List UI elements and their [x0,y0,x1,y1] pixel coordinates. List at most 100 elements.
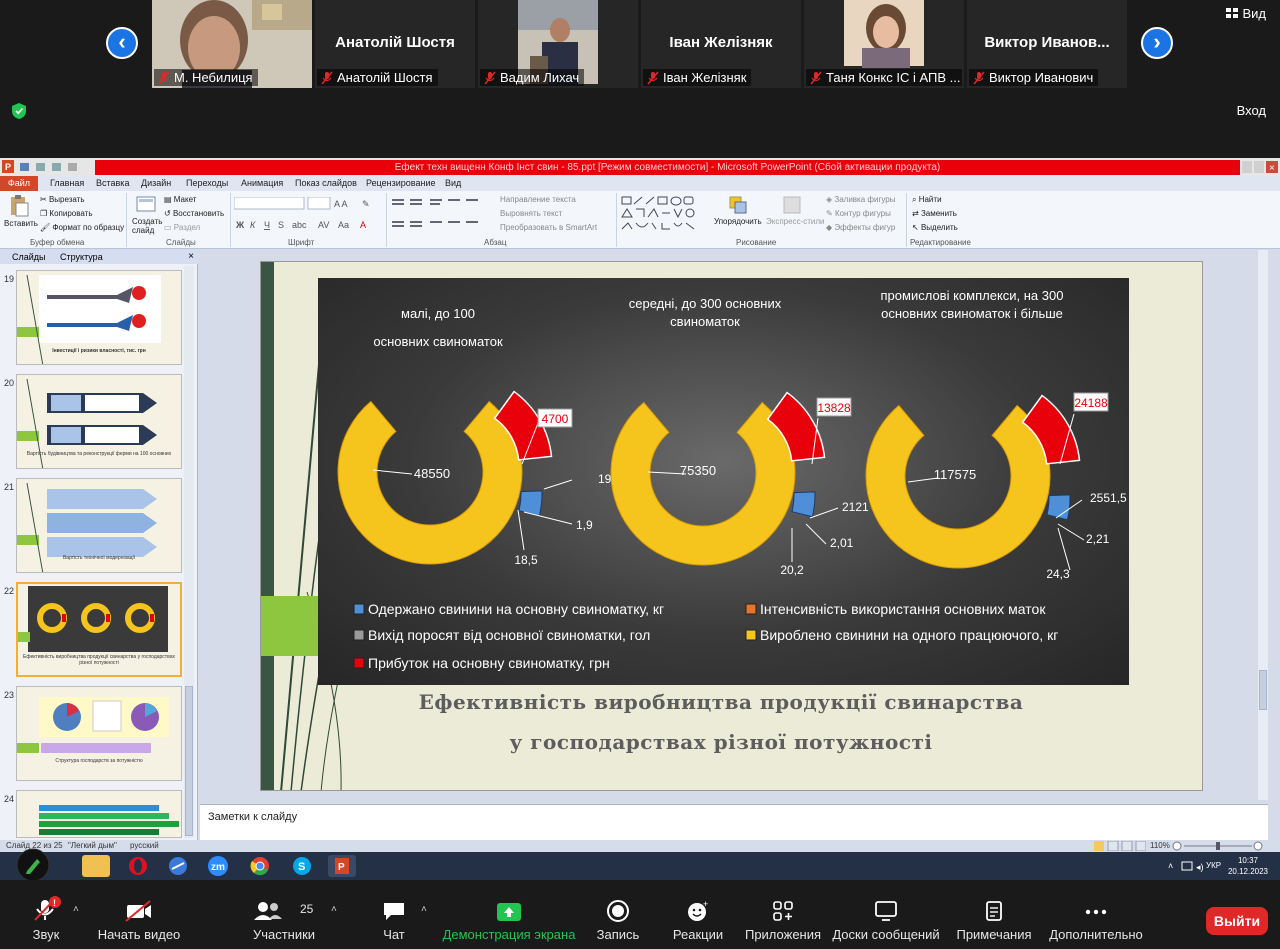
svg-text:+: + [703,899,708,909]
powerpoint-taskbar-icon[interactable]: P [328,855,356,877]
zoom-app-icon[interactable]: zm [204,855,232,877]
ribbon-separator [230,193,231,247]
sign-in-button[interactable]: Вход [1237,103,1266,118]
skype-icon[interactable]: S [288,855,316,877]
paste-icon[interactable] [8,195,30,217]
text-direction-button[interactable]: Направление текста [500,195,576,204]
donut-segment-output [518,490,543,517]
tab-animation[interactable]: Анимация [241,178,283,188]
file-tab[interactable]: Файл [0,176,38,191]
svg-text:A A: A A [334,199,348,209]
notes-pane[interactable]: Заметки к слайду [200,804,1268,840]
participant-tile[interactable]: Анатолій Шостя Анатолій Шостя [315,0,475,88]
chat-options-caret[interactable]: ˄ [418,880,434,949]
slide-scrollbar[interactable] [1258,250,1268,800]
arrange-icon[interactable] [728,195,748,215]
window-controls[interactable]: × [1242,159,1278,175]
tab-review[interactable]: Рецензирование [366,178,436,188]
tab-transitions[interactable]: Переходы [186,178,228,188]
whiteboards-button[interactable]: Доски сообщений [832,880,940,949]
share-screen-button[interactable]: Демонстрация экрана [442,880,576,949]
tab-slideshow[interactable]: Показ слайдов [295,178,357,188]
donut-segment-output [791,491,816,518]
participants-options-caret[interactable]: ˄ [328,880,344,949]
opera-icon[interactable] [124,855,152,877]
close-pane-icon[interactable]: × [188,251,194,262]
record-button[interactable]: Запись [590,880,646,949]
participant-tile[interactable]: Таня Конкс ІС і АПВ ... [804,0,964,88]
tab-design[interactable]: Дизайн [141,178,171,188]
slide-thumbnail[interactable] [16,790,182,838]
participant-tile[interactable]: Вадим Лихач [478,0,638,88]
cut-button[interactable]: ✂ Вырезать [40,195,85,204]
participant-tile[interactable]: М. Небилиця [152,0,312,88]
app-icon[interactable] [164,855,192,877]
participant-tile[interactable]: Виктор Иванов... Виктор Иванович [967,0,1127,88]
view-button[interactable]: Вид [1226,6,1266,21]
shape-effects-button[interactable]: ◆ Эффекты фигур [826,223,895,232]
participants-button[interactable]: 25 Участники [248,880,320,949]
leader-line [372,469,413,475]
slide-thumbnail[interactable] [16,686,182,781]
more-button[interactable]: Дополнительно [1046,880,1146,949]
value-produced-per-worker: 75350 [680,463,716,478]
binoculars-icon: ⌕ [912,195,919,204]
apps-button[interactable]: Приложения [744,880,822,949]
reset-button[interactable]: ↺ Восстановить [164,209,224,218]
svg-text:˄: ˄ [1168,861,1173,871]
notes-button[interactable]: Примечания [954,880,1034,949]
copy-button[interactable]: ❐ Копировать [40,209,92,218]
paragraph-controls[interactable] [390,197,490,233]
start-video-button[interactable]: Начать видео [96,880,182,949]
replace-button[interactable]: ⇄ Заменить [912,209,957,218]
zoom-slider[interactable] [1172,841,1268,851]
tab-slides[interactable]: Слайды [12,252,46,262]
section-button[interactable]: ▭ Раздел [164,223,200,232]
tab-insert[interactable]: Вставка [96,178,129,188]
quick-access-toolbar[interactable]: P [2,160,92,174]
svg-text:S: S [278,220,284,230]
select-button[interactable]: ↖ Выделить [912,223,958,232]
reactions-button[interactable]: + Реакции [664,880,732,949]
quick-styles-button[interactable]: Экспресс-стили [766,217,825,226]
layout-button[interactable]: ▤ Макет [164,195,196,204]
shape-outline-button[interactable]: ✎ Контур фигуры [826,209,891,218]
tab-view[interactable]: Вид [445,178,461,188]
chrome-icon[interactable] [246,855,274,877]
paste-button[interactable]: Вставить [4,219,38,228]
audio-options-caret[interactable]: ˄ [70,880,86,949]
keyboard-language[interactable]: УКР [1206,861,1221,870]
encryption-shield-icon[interactable] [11,102,27,120]
pane-scrollbar[interactable] [184,266,194,838]
new-slide-button[interactable]: Создать слайд [132,217,162,235]
participant-tile[interactable]: Іван Желізняк Іван Желізняк [641,0,801,88]
svg-text:×: × [1269,163,1275,174]
file-explorer-icon[interactable] [82,855,110,877]
participants-icon [254,902,283,920]
shape-fill-button[interactable]: ◈ Заливка фигуры [826,195,895,204]
annotate-pen-icon[interactable] [16,848,50,882]
view-buttons[interactable] [1094,841,1146,851]
system-clock[interactable]: 10:37 20.12.2023 [1228,855,1268,877]
leader-line [517,509,525,551]
arrange-button[interactable]: Упорядочить [714,217,762,226]
pane-tabs: Слайды Структура × [0,250,198,264]
smartart-button[interactable]: Преобразовать в SmartArt [500,223,597,232]
quick-styles-icon[interactable] [782,195,802,215]
pen-icon: ✎ [826,209,835,218]
shapes-gallery[interactable] [620,195,710,235]
gallery-next-button[interactable]: › [1141,27,1173,59]
font-controls[interactable]: A A ✎ Ж К Ч Sabc AV Aa A [234,197,384,233]
tab-outline[interactable]: Структура [60,252,103,262]
find-button[interactable]: ⌕ Найти [912,195,942,205]
align-text-button[interactable]: Выровнять текст [500,209,562,218]
current-slide[interactable]: малі, до 100 основних свиноматок 48550 4700… [260,261,1203,791]
window-title: Ефект техн вищенн Конф Інст свин - 85.pp… [95,160,1240,175]
leave-meeting-button[interactable]: Выйти [1206,907,1268,935]
tab-home[interactable]: Главная [50,178,84,188]
new-slide-icon[interactable] [136,195,156,215]
gallery-prev-button[interactable]: ‹ [106,27,138,59]
chat-button[interactable]: Чат [370,880,418,949]
format-painter-button[interactable]: 🖌 Формат по образцу [40,223,124,232]
system-tray-icons[interactable]: ˄ ◂) [1168,860,1208,872]
